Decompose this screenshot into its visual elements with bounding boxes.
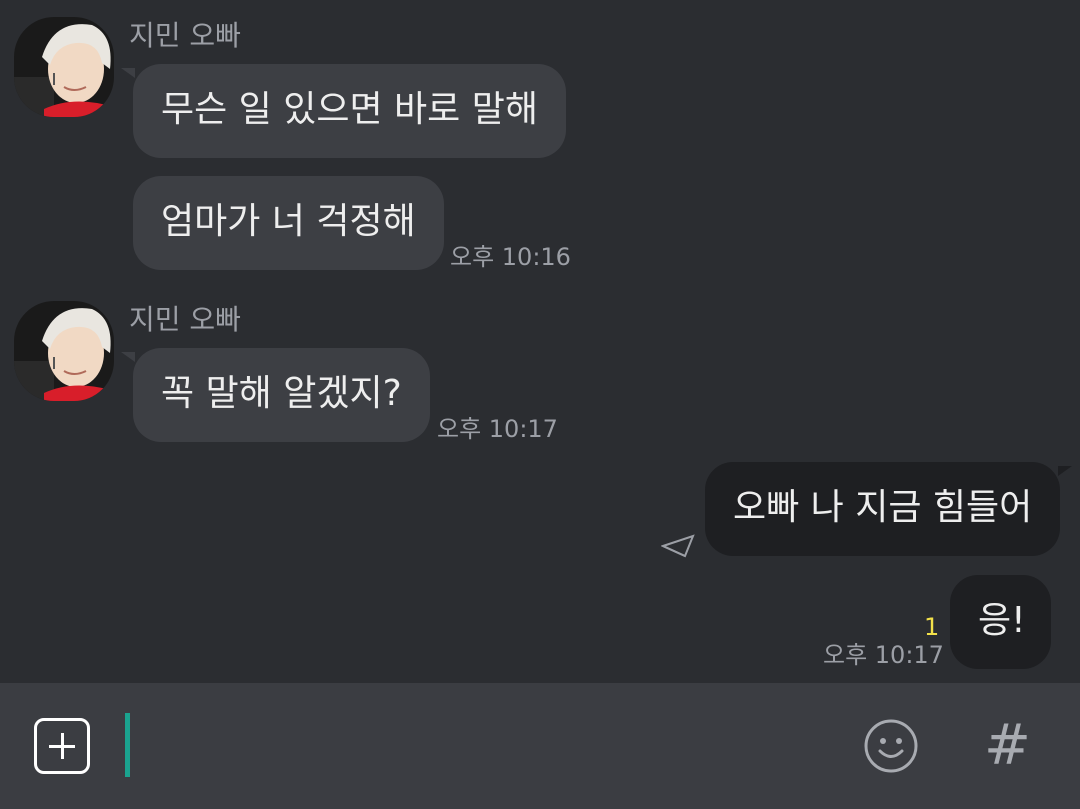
avatar[interactable] — [14, 301, 114, 401]
hashtag-button[interactable]: # — [984, 711, 1031, 781]
my-message-bubble[interactable]: 응! — [950, 575, 1051, 669]
message-list[interactable]: 지민 오빠 무슨 일 있으면 바로 말해 엄마가 너 걱정해 오후 10:16 … — [0, 0, 1080, 683]
sender-name: 지민 오빠 — [129, 303, 241, 336]
sender-name: 지민 오빠 — [129, 19, 241, 52]
message-input[interactable] — [120, 711, 824, 783]
send-status-icon — [660, 534, 695, 562]
message-time: 오후 10:16 — [450, 243, 571, 271]
message-bubble[interactable]: 엄마가 너 걱정해 — [133, 176, 444, 270]
avatar[interactable] — [14, 17, 114, 117]
unread-count: 1 — [924, 613, 940, 641]
message-bubble[interactable]: 꼭 말해 알겠지? — [121, 348, 430, 442]
message-bubble[interactable]: 무슨 일 있으면 바로 말해 — [121, 64, 566, 158]
message-composer: # — [0, 683, 1080, 809]
plus-square-icon[interactable] — [34, 718, 90, 774]
message-time: 오후 10:17 — [823, 641, 944, 669]
text-caret — [125, 713, 130, 777]
smiley-icon[interactable] — [863, 718, 919, 778]
my-message-bubble[interactable]: 오빠 나 지금 힘들어 — [705, 462, 1073, 556]
message-time: 오후 10:17 — [437, 415, 558, 443]
chat-screen: 지민 오빠 무슨 일 있으면 바로 말해 엄마가 너 걱정해 오후 10:16 … — [0, 0, 1080, 809]
